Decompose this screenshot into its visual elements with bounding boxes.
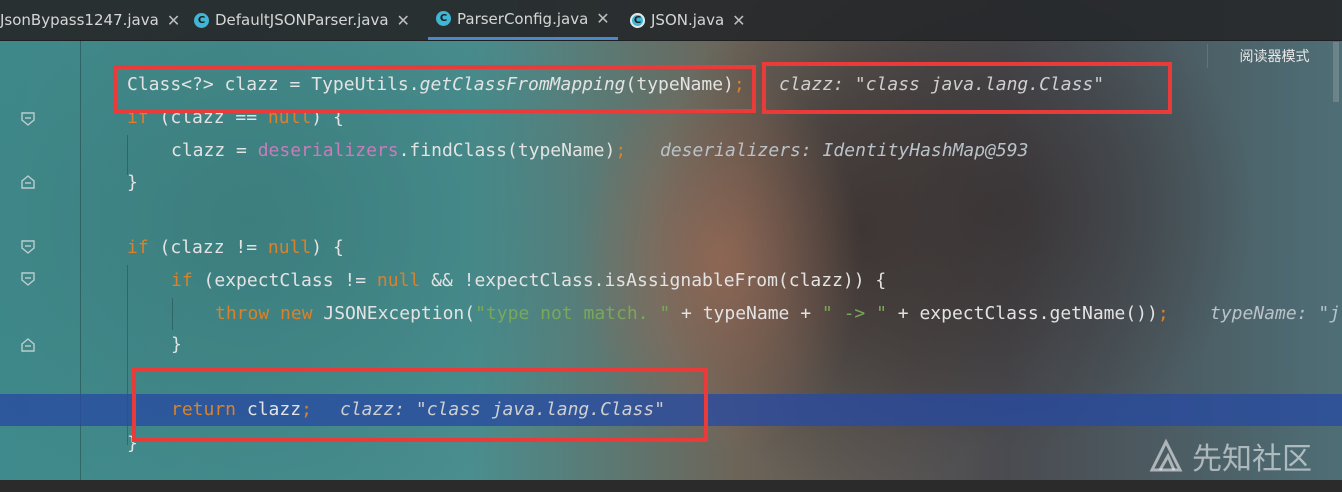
xianzhi-logo-icon <box>1149 438 1183 472</box>
code-token-keyword: null <box>267 237 312 258</box>
code-token: + expectClass.getName()) <box>886 303 1158 324</box>
editor-tab-bar: JsonBypass1247.java ✕ C DefaultJSONParse… <box>0 0 1342 41</box>
code-line-7[interactable]: if (expectClass != null && !expectClass.… <box>0 265 1342 297</box>
code-token-keyword: if <box>127 237 149 258</box>
annotation-box <box>762 62 1172 114</box>
tab-label: JsonBypass1247.java <box>0 11 159 29</box>
code-token-string: "type not match. " <box>475 303 671 324</box>
code-line-4[interactable]: } <box>0 167 1342 199</box>
watermark-text: 先知社区 <box>1192 442 1312 477</box>
code-line-3[interactable]: clazz = deserializers.findClass(typeName… <box>0 135 1342 167</box>
annotation-box <box>113 65 756 113</box>
code-token-semicolon: ; <box>1157 303 1169 324</box>
code-token: + typeName + <box>670 303 822 324</box>
code-token-field: deserializers <box>257 140 399 161</box>
code-token: (expectClass != <box>192 270 377 291</box>
tab-defaultjsonparser[interactable]: C DefaultJSONParser.java ✕ <box>186 0 418 40</box>
watermark: 先知社区 <box>1148 436 1312 477</box>
inline-debug-value: deserializers: IdentityHashMap@593 <box>660 140 1029 161</box>
code-token-keyword: throw new <box>215 303 313 324</box>
inline-debug-value: typeName: "j <box>1210 303 1341 324</box>
code-token: && !expectClass.isAssignableFrom(clazz))… <box>420 270 887 291</box>
tab-json[interactable]: C JSON.java ✕ <box>622 0 754 40</box>
tab-label: JSON.java <box>651 11 725 29</box>
class-icon: C <box>436 11 451 26</box>
close-icon[interactable]: ✕ <box>167 11 180 30</box>
annotation-box <box>132 368 708 442</box>
close-icon[interactable]: ✕ <box>596 9 609 28</box>
code-token-string: " -> " <box>821 303 887 324</box>
class-icon: C <box>194 12 209 28</box>
code-token-keyword: null <box>376 270 421 291</box>
code-token: ) { <box>311 237 344 258</box>
tab-jsonbypass1247[interactable]: JsonBypass1247.java ✕ <box>0 0 188 40</box>
reader-mode-button[interactable]: 阅读器模式 <box>1207 44 1341 68</box>
code-token: clazz = <box>171 140 258 161</box>
close-icon[interactable]: ✕ <box>732 11 745 30</box>
code-token: } <box>127 172 138 193</box>
tab-label: DefaultJSONParser.java <box>215 11 389 29</box>
tab-parserconfig[interactable]: C ParserConfig.java ✕ <box>428 0 618 40</box>
code-token-keyword: if <box>171 270 193 291</box>
code-line-8[interactable]: throw new JSONException("type not match.… <box>0 298 1342 330</box>
close-icon[interactable]: ✕ <box>397 11 410 30</box>
tab-label: ParserConfig.java <box>457 9 589 28</box>
class-locked-icon: C <box>630 12 645 28</box>
code-token: .findClass(typeName) <box>398 140 616 161</box>
code-token: JSONException( <box>312 303 476 324</box>
code-line-6[interactable]: if (clazz != null) { <box>0 232 1342 264</box>
code-line-9[interactable]: } <box>0 329 1342 361</box>
code-token: } <box>171 334 182 355</box>
code-token: (clazz != <box>148 237 268 258</box>
code-token-semicolon: ; <box>615 140 627 161</box>
